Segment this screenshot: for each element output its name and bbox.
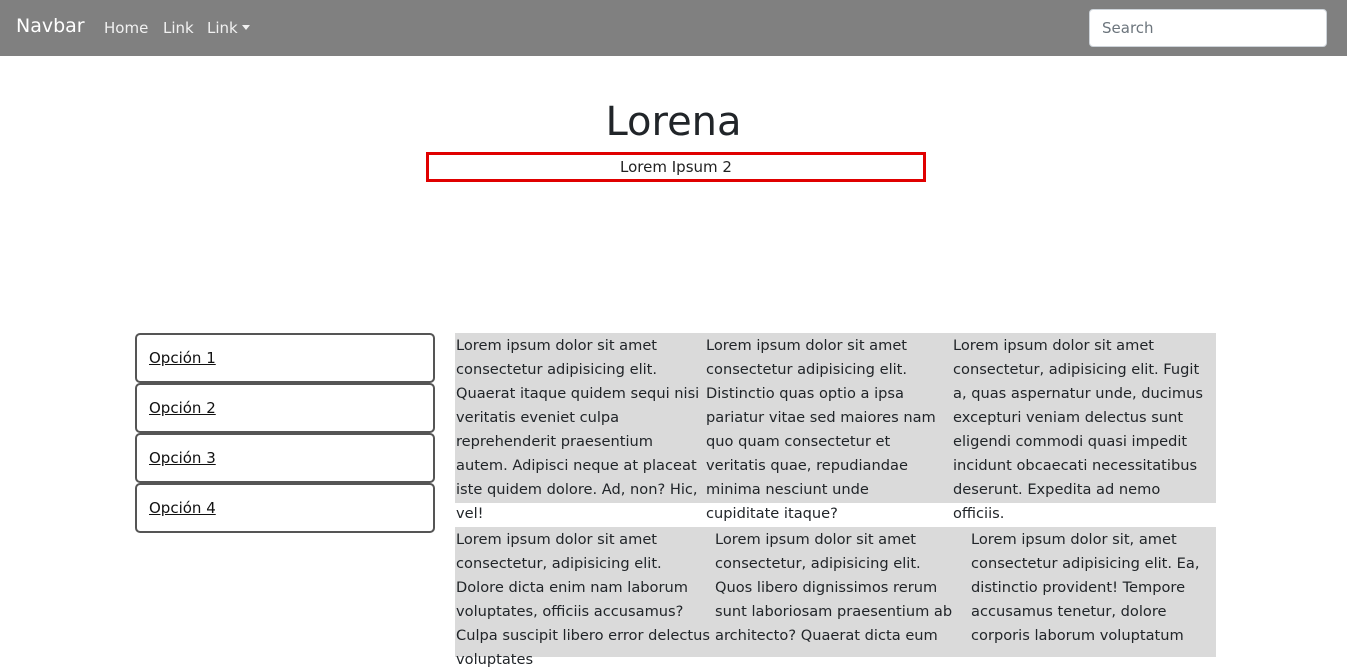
option-4-link[interactable]: Opción 4 (135, 483, 435, 533)
content-column: Lorem ipsum dolor sit amet consectetur, … (949, 333, 1215, 522)
option-3-link[interactable]: Opción 3 (135, 433, 435, 483)
content-column: Lorem ipsum dolor sit amet consectetur, … (455, 527, 715, 668)
nav-link-link[interactable]: Link (163, 19, 194, 37)
paragraph: Lorem ipsum dolor sit amet consectetur a… (706, 337, 936, 522)
content-column: Lorem ipsum dolor sit amet consectetur, … (715, 527, 967, 657)
subtitle-box: Lorem Ipsum 2 (426, 152, 926, 182)
option-1-link[interactable]: Opción 1 (135, 333, 435, 383)
content-row-1: Lorem ipsum dolor sit amet consectetur a… (455, 333, 1216, 522)
search-input[interactable] (1089, 9, 1327, 47)
paragraph: Lorem ipsum dolor sit amet consectetur a… (456, 337, 700, 522)
paragraph: Lorem ipsum dolor sit amet consectetur, … (715, 531, 953, 644)
caret-down-icon (241, 25, 250, 30)
content-column: Lorem ipsum dolor sit amet consectetur a… (706, 333, 949, 522)
nav-link-home[interactable]: Home (104, 19, 148, 37)
navbar: Navbar Home Link Link (0, 0, 1347, 56)
paragraph: Lorem ipsum dolor sit, amet consectetur … (971, 531, 1200, 644)
nav-dropdown-label: Link (207, 19, 238, 37)
options-list: Opción 1 Opción 2 Opción 3 Opción 4 (135, 333, 435, 533)
nav-dropdown-link[interactable]: Link (207, 19, 250, 37)
content-row-2: Lorem ipsum dolor sit amet consectetur, … (455, 527, 1216, 668)
subtitle-text: Lorem Ipsum 2 (620, 158, 732, 176)
option-2-link[interactable]: Opción 2 (135, 383, 435, 433)
paragraph: Lorem ipsum dolor sit amet consectetur, … (456, 531, 710, 668)
content-column: Lorem ipsum dolor sit amet consectetur a… (455, 333, 706, 522)
navbar-brand[interactable]: Navbar (16, 15, 85, 37)
paragraph: Lorem ipsum dolor sit amet consectetur, … (953, 337, 1203, 522)
page-title: Lorena (605, 99, 742, 145)
content-column: Lorem ipsum dolor sit, amet consectetur … (967, 527, 1216, 657)
